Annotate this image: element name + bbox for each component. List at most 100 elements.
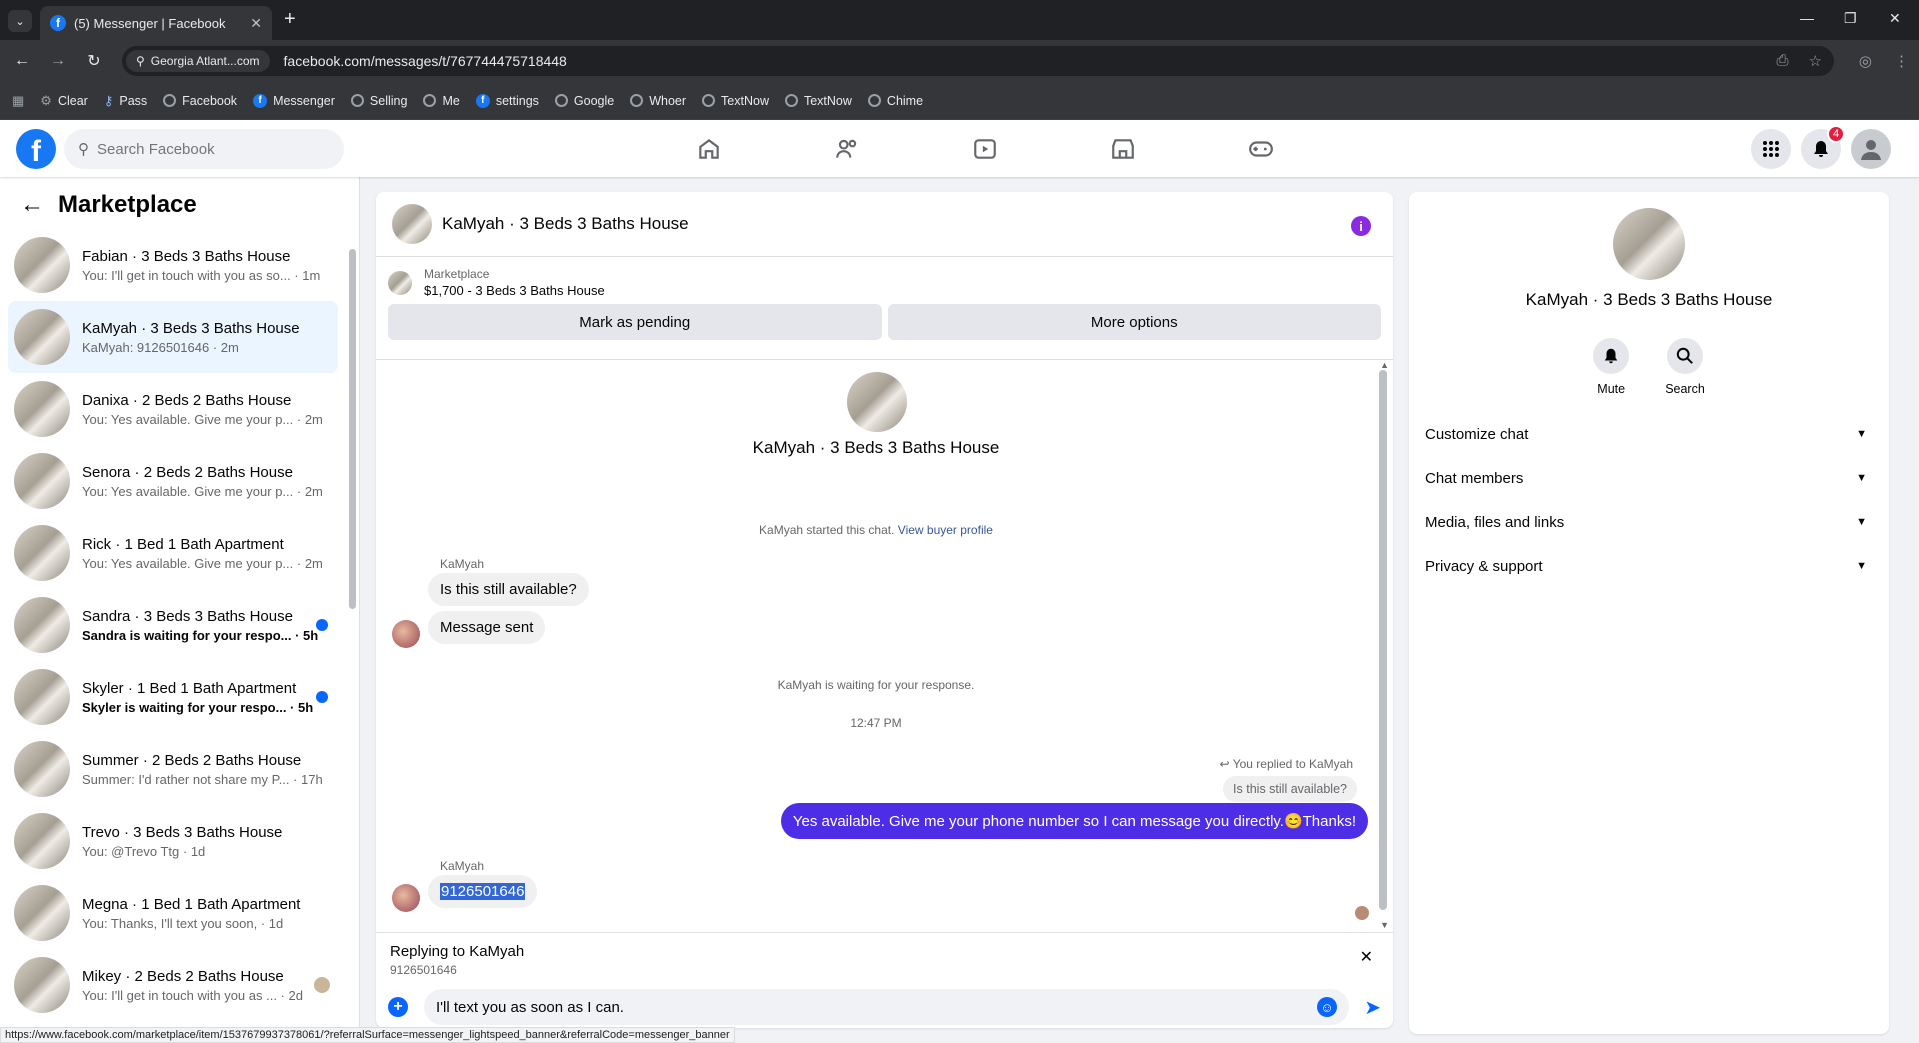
customize-chat-section[interactable]: Customize chat ▼: [1425, 416, 1873, 452]
search-input[interactable]: [97, 140, 297, 158]
globe-icon: [163, 94, 177, 107]
bookmark-messenger[interactable]: f Messenger: [253, 93, 335, 108]
apps-icon[interactable]: ▦: [12, 93, 24, 109]
outgoing-message[interactable]: Yes available. Give me your phone number…: [780, 803, 1368, 839]
friends-icon[interactable]: [778, 120, 916, 177]
sender-name: KaMyah: [440, 859, 485, 873]
conversation-item[interactable]: Summer · 2 Beds 2 Baths House Summer: I'd…: [8, 733, 338, 805]
forward-icon[interactable]: →: [44, 52, 72, 70]
account-avatar[interactable]: [1851, 129, 1891, 169]
panel-title: Marketplace: [58, 191, 197, 218]
bookmark-pass[interactable]: ⚷ Pass: [104, 93, 147, 109]
message-input[interactable]: [436, 998, 1296, 1016]
profile-icon[interactable]: ◎: [1859, 52, 1872, 70]
install-icon[interactable]: ⎙: [1777, 52, 1789, 70]
add-attachment-icon[interactable]: +: [388, 997, 408, 1017]
bookmark-settings[interactable]: f settings: [475, 93, 539, 108]
bookmark-clear[interactable]: ⚙ Clear: [40, 93, 88, 109]
details-avatar: [1613, 208, 1685, 280]
listing-price[interactable]: $1,700 - 3 Beds 3 Baths House: [424, 283, 605, 298]
mark-as-pending-button[interactable]: Mark as pending: [388, 304, 882, 340]
marketplace-banner: Marketplace $1,700 - 3 Beds 3 Baths Hous…: [376, 257, 1393, 360]
bookmark-chime[interactable]: Chime: [867, 94, 923, 108]
video-icon[interactable]: [916, 120, 1054, 177]
close-tab-icon[interactable]: ✕: [250, 15, 262, 32]
facebook-logo[interactable]: f: [16, 129, 56, 169]
quoted-message[interactable]: Is this still available?: [1223, 776, 1357, 802]
incoming-message[interactable]: Is this still available?: [428, 573, 589, 606]
chat-title[interactable]: KaMyah · 3 Beds 3 Baths House: [442, 214, 689, 234]
send-icon[interactable]: ➤: [1364, 995, 1381, 1020]
restore-icon[interactable]: ❐: [1844, 10, 1857, 27]
search-conversation-button[interactable]: Search: [1665, 338, 1705, 396]
replied-note: ↩ You replied to KaMyah: [1219, 757, 1353, 771]
conversation-item-unread[interactable]: Sandra · 3 Beds 3 Baths House Sandra is w…: [8, 589, 338, 661]
marketplace-icon[interactable]: [1054, 120, 1192, 177]
sender-avatar[interactable]: [392, 884, 420, 912]
gaming-icon[interactable]: [1192, 120, 1330, 177]
mute-button[interactable]: Mute: [1593, 338, 1630, 396]
sender-avatar[interactable]: [392, 620, 420, 648]
back-arrow-icon[interactable]: ←: [20, 191, 44, 219]
conversation-item[interactable]: Trevo · 3 Beds 3 Baths House You: @Trevo …: [8, 805, 338, 877]
menu-grid-icon[interactable]: [1751, 129, 1791, 169]
bookmark-facebook[interactable]: Facebook: [163, 94, 237, 108]
back-icon[interactable]: ←: [8, 52, 36, 70]
left-scrollbar[interactable]: [349, 249, 356, 609]
bookmark-google[interactable]: Google: [554, 94, 614, 108]
bookmark-selling[interactable]: Selling: [350, 94, 407, 108]
menu-icon[interactable]: ⋮: [1894, 52, 1909, 70]
scroll-down-arrow[interactable]: ▼: [1380, 920, 1389, 930]
media-files-links-section[interactable]: Media, files and links ▼: [1425, 504, 1873, 540]
emoji-icon[interactable]: ☺: [1317, 997, 1337, 1017]
chat-profile-name: KaMyah · 3 Beds 3 Baths House: [752, 438, 1000, 457]
chat-members-section[interactable]: Chat members ▼: [1425, 460, 1873, 496]
bookmark-whoer[interactable]: Whoer: [630, 94, 686, 108]
bookmark-textnow-2[interactable]: TextNow: [784, 94, 852, 108]
listing-thumbnail: [14, 453, 70, 509]
info-icon[interactable]: i: [1351, 216, 1371, 236]
chevron-down-icon: ▼: [1856, 428, 1867, 440]
minimize-icon[interactable]: —: [1800, 10, 1814, 26]
home-icon[interactable]: [640, 120, 778, 177]
sender-name: KaMyah: [440, 557, 485, 571]
conversation-item[interactable]: Mikey · 2 Beds 2 Baths House You: I'll ge…: [8, 949, 338, 1021]
search-box[interactable]: ⚲: [64, 129, 344, 169]
incoming-message-phone[interactable]: 9126501646: [428, 875, 538, 908]
tab-messenger[interactable]: f (5) Messenger | Facebook ✕: [40, 6, 272, 40]
listing-thumbnail: [14, 525, 70, 581]
conversation-item[interactable]: Senora · 2 Beds 2 Baths House You: Yes av…: [8, 445, 338, 517]
url-text: facebook.com/messages/t/767744475718448: [283, 53, 567, 69]
unread-dot: [316, 619, 328, 631]
incoming-message[interactable]: Message sent: [428, 611, 546, 644]
reload-icon[interactable]: ↻: [80, 51, 108, 71]
message-input-box[interactable]: ☺: [424, 989, 1349, 1025]
conversation-item[interactable]: Megna · 1 Bed 1 Bath Apartment You: Thank…: [8, 877, 338, 949]
more-options-button[interactable]: More options: [887, 304, 1381, 340]
close-window-icon[interactable]: ✕: [1889, 10, 1901, 27]
globe-icon: [554, 94, 568, 107]
listing-thumbnail[interactable]: [388, 270, 412, 295]
globe-icon: [702, 94, 716, 107]
thread-scrollbar[interactable]: [1379, 370, 1387, 910]
notifications-bell-icon[interactable]: 4: [1801, 125, 1845, 169]
conversation-item-active[interactable]: KaMyah · 3 Beds 3 Baths House KaMyah: 912…: [8, 301, 338, 373]
listing-thumbnail: [14, 885, 70, 941]
cancel-reply-icon[interactable]: ✕: [1360, 947, 1373, 967]
bookmark-textnow[interactable]: TextNow: [702, 94, 769, 108]
new-tab-button[interactable]: +: [284, 8, 296, 31]
view-buyer-profile-link[interactable]: View buyer profile: [898, 523, 993, 537]
conversation-item[interactable]: Rick · 1 Bed 1 Bath Apartment You: Yes av…: [8, 517, 338, 589]
bookmark-star-icon[interactable]: ☆: [1809, 52, 1822, 70]
bookmark-me[interactable]: Me: [423, 94, 460, 108]
tab-search-button[interactable]: ⌄: [8, 10, 32, 32]
conversation-item-unread[interactable]: Skyler · 1 Bed 1 Bath Apartment Skyler is…: [8, 661, 338, 733]
conversation-item[interactable]: Danixa · 2 Beds 2 Baths House You: Yes av…: [8, 373, 338, 445]
chevron-down-icon: ▼: [1856, 560, 1867, 572]
address-bar[interactable]: ⚲ Georgia Atlant...com facebook.com/messa…: [122, 46, 1834, 76]
privacy-support-section[interactable]: Privacy & support ▼: [1425, 548, 1873, 584]
conversation-item[interactable]: Fabian · 3 Beds 3 Baths House You: I'll g…: [8, 229, 338, 301]
site-info-chip[interactable]: ⚲ Georgia Atlant...com: [126, 50, 270, 72]
scroll-up-arrow[interactable]: ▲: [1380, 360, 1389, 370]
chat-avatar[interactable]: [392, 204, 432, 244]
